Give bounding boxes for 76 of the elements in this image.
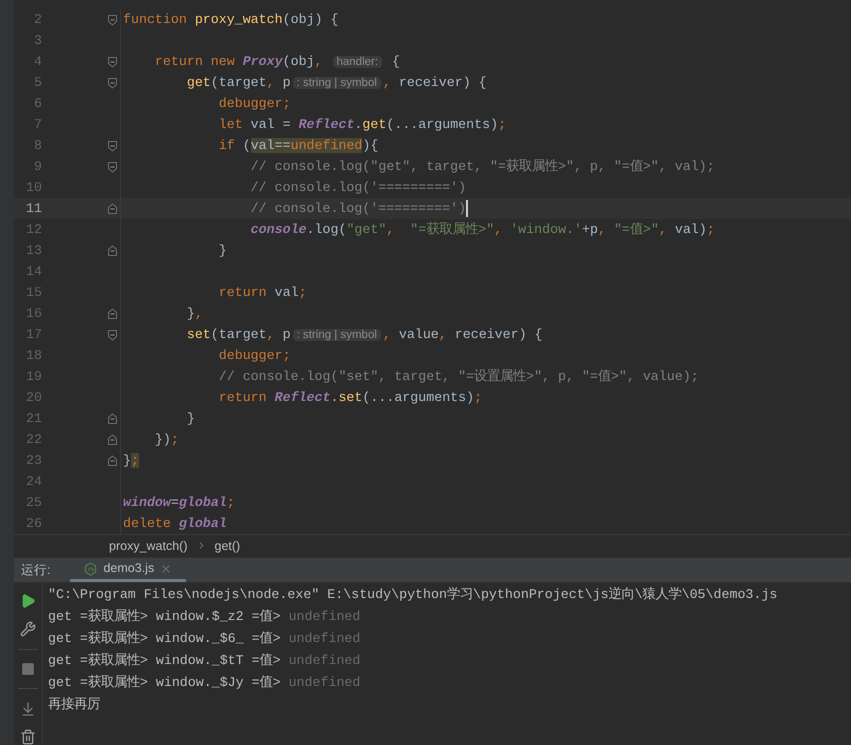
console-line: get =获取属性> window._$Jy =值> undefined bbox=[48, 674, 360, 692]
fold-icon[interactable] bbox=[107, 202, 118, 214]
line-number: 25 bbox=[25, 494, 42, 512]
fold-icon[interactable] bbox=[107, 454, 118, 466]
code-line: console.log("get", "=获取属性>", 'window.'+p, "=值>", val); bbox=[250, 220, 715, 239]
line-number: 19 bbox=[25, 368, 42, 386]
line-number: 11 bbox=[25, 200, 42, 218]
line-number: 17 bbox=[25, 326, 42, 344]
trash-icon[interactable] bbox=[20, 729, 36, 745]
stop-icon[interactable] bbox=[21, 662, 35, 676]
code-line: get(target, p : string | symbol , receiver) { bbox=[186, 74, 487, 92]
fold-icon[interactable] bbox=[107, 140, 118, 152]
console-line: get =获取属性> window._$tT =值> undefined bbox=[48, 652, 360, 670]
console-line: 再接再厉 bbox=[48, 696, 100, 714]
fold-icon[interactable] bbox=[107, 76, 118, 88]
breadcrumb-item[interactable]: proxy_watch() bbox=[109, 536, 188, 556]
code-line: return new Proxy(obj, handler: { bbox=[154, 52, 400, 71]
code-line: // console.log('=========') bbox=[250, 200, 466, 218]
code-line: debugger; bbox=[218, 346, 291, 365]
code-line: set(target, p : string | symbol , value, receiver) { bbox=[186, 326, 543, 344]
code-line: if (val==undefined){ bbox=[218, 136, 378, 155]
line-number: 14 bbox=[25, 262, 42, 281]
line-number: 8 bbox=[33, 136, 42, 155]
code-line: }); bbox=[154, 430, 179, 449]
fold-icon[interactable] bbox=[107, 160, 118, 172]
line-number: 18 bbox=[25, 346, 42, 365]
line-number: 10 bbox=[25, 178, 42, 197]
fold-icon[interactable] bbox=[107, 14, 118, 26]
line-number: 23 bbox=[25, 452, 42, 470]
code-line: }; bbox=[123, 452, 139, 470]
line-number: 13 bbox=[25, 242, 42, 260]
code-line: } bbox=[218, 242, 227, 260]
code-line: window=global; bbox=[123, 494, 235, 512]
fold-icon[interactable] bbox=[107, 434, 118, 446]
code-line: }, bbox=[186, 304, 203, 323]
code-line: function proxy_watch(obj) { bbox=[123, 10, 338, 29]
line-number: 21 bbox=[25, 410, 42, 428]
code-line: // console.log("get", target, "=获取属性>", p, "=值>", val); bbox=[250, 158, 715, 176]
line-number: 22 bbox=[25, 430, 42, 449]
line-number: 20 bbox=[25, 388, 42, 407]
fold-icon[interactable] bbox=[107, 308, 118, 320]
code-line: return val; bbox=[218, 284, 307, 302]
code-line: debugger; bbox=[218, 94, 291, 113]
code-line: } bbox=[186, 410, 195, 428]
breadcrumb-item[interactable]: get() bbox=[214, 536, 240, 556]
code-line: // console.log("set", target, "=设置属性>", p, "=值>", value); bbox=[218, 368, 699, 386]
fold-icon[interactable] bbox=[107, 56, 118, 68]
file-tab[interactable]: demo3.js bbox=[70, 558, 186, 582]
line-number: 26 bbox=[25, 514, 42, 533]
panel-label: 运行: bbox=[20, 562, 52, 579]
line-number: 24 bbox=[25, 472, 42, 491]
code-line: let val = Reflect.get(...arguments); bbox=[218, 116, 506, 134]
wrench-icon[interactable] bbox=[20, 621, 36, 637]
line-number: 4 bbox=[33, 52, 42, 71]
code-line: // console.log('=========') bbox=[250, 178, 466, 197]
line-number: 12 bbox=[25, 220, 42, 239]
line-number: 15 bbox=[25, 284, 42, 302]
code-line: return Reflect.set(...arguments); bbox=[218, 388, 482, 407]
scroll-to-end-icon[interactable] bbox=[20, 701, 36, 717]
text-cursor bbox=[466, 200, 468, 217]
console-line: "C:\Program Files\nodejs\node.exe" E:\study\python学习\pythonProject\js逆向\猿人学\05\demo3.js bbox=[48, 586, 778, 604]
fold-icon[interactable] bbox=[107, 328, 118, 340]
console-line: get =获取属性> window.$_z2 =值> undefined bbox=[48, 608, 360, 626]
nodejs-icon bbox=[84, 562, 98, 576]
console-line: get =获取属性> window._$6_ =值> undefined bbox=[48, 630, 360, 648]
line-number: 7 bbox=[33, 116, 42, 134]
fold-icon[interactable] bbox=[107, 412, 118, 424]
fold-icon[interactable] bbox=[107, 244, 118, 256]
line-number: 9 bbox=[33, 158, 42, 176]
line-number: 2 bbox=[33, 10, 42, 29]
run-icon[interactable] bbox=[20, 593, 36, 609]
code-line: delete global bbox=[123, 514, 227, 533]
line-number: 16 bbox=[25, 304, 42, 323]
line-number: 3 bbox=[33, 32, 42, 50]
line-number: 6 bbox=[33, 94, 42, 113]
line-number: 5 bbox=[33, 74, 42, 92]
